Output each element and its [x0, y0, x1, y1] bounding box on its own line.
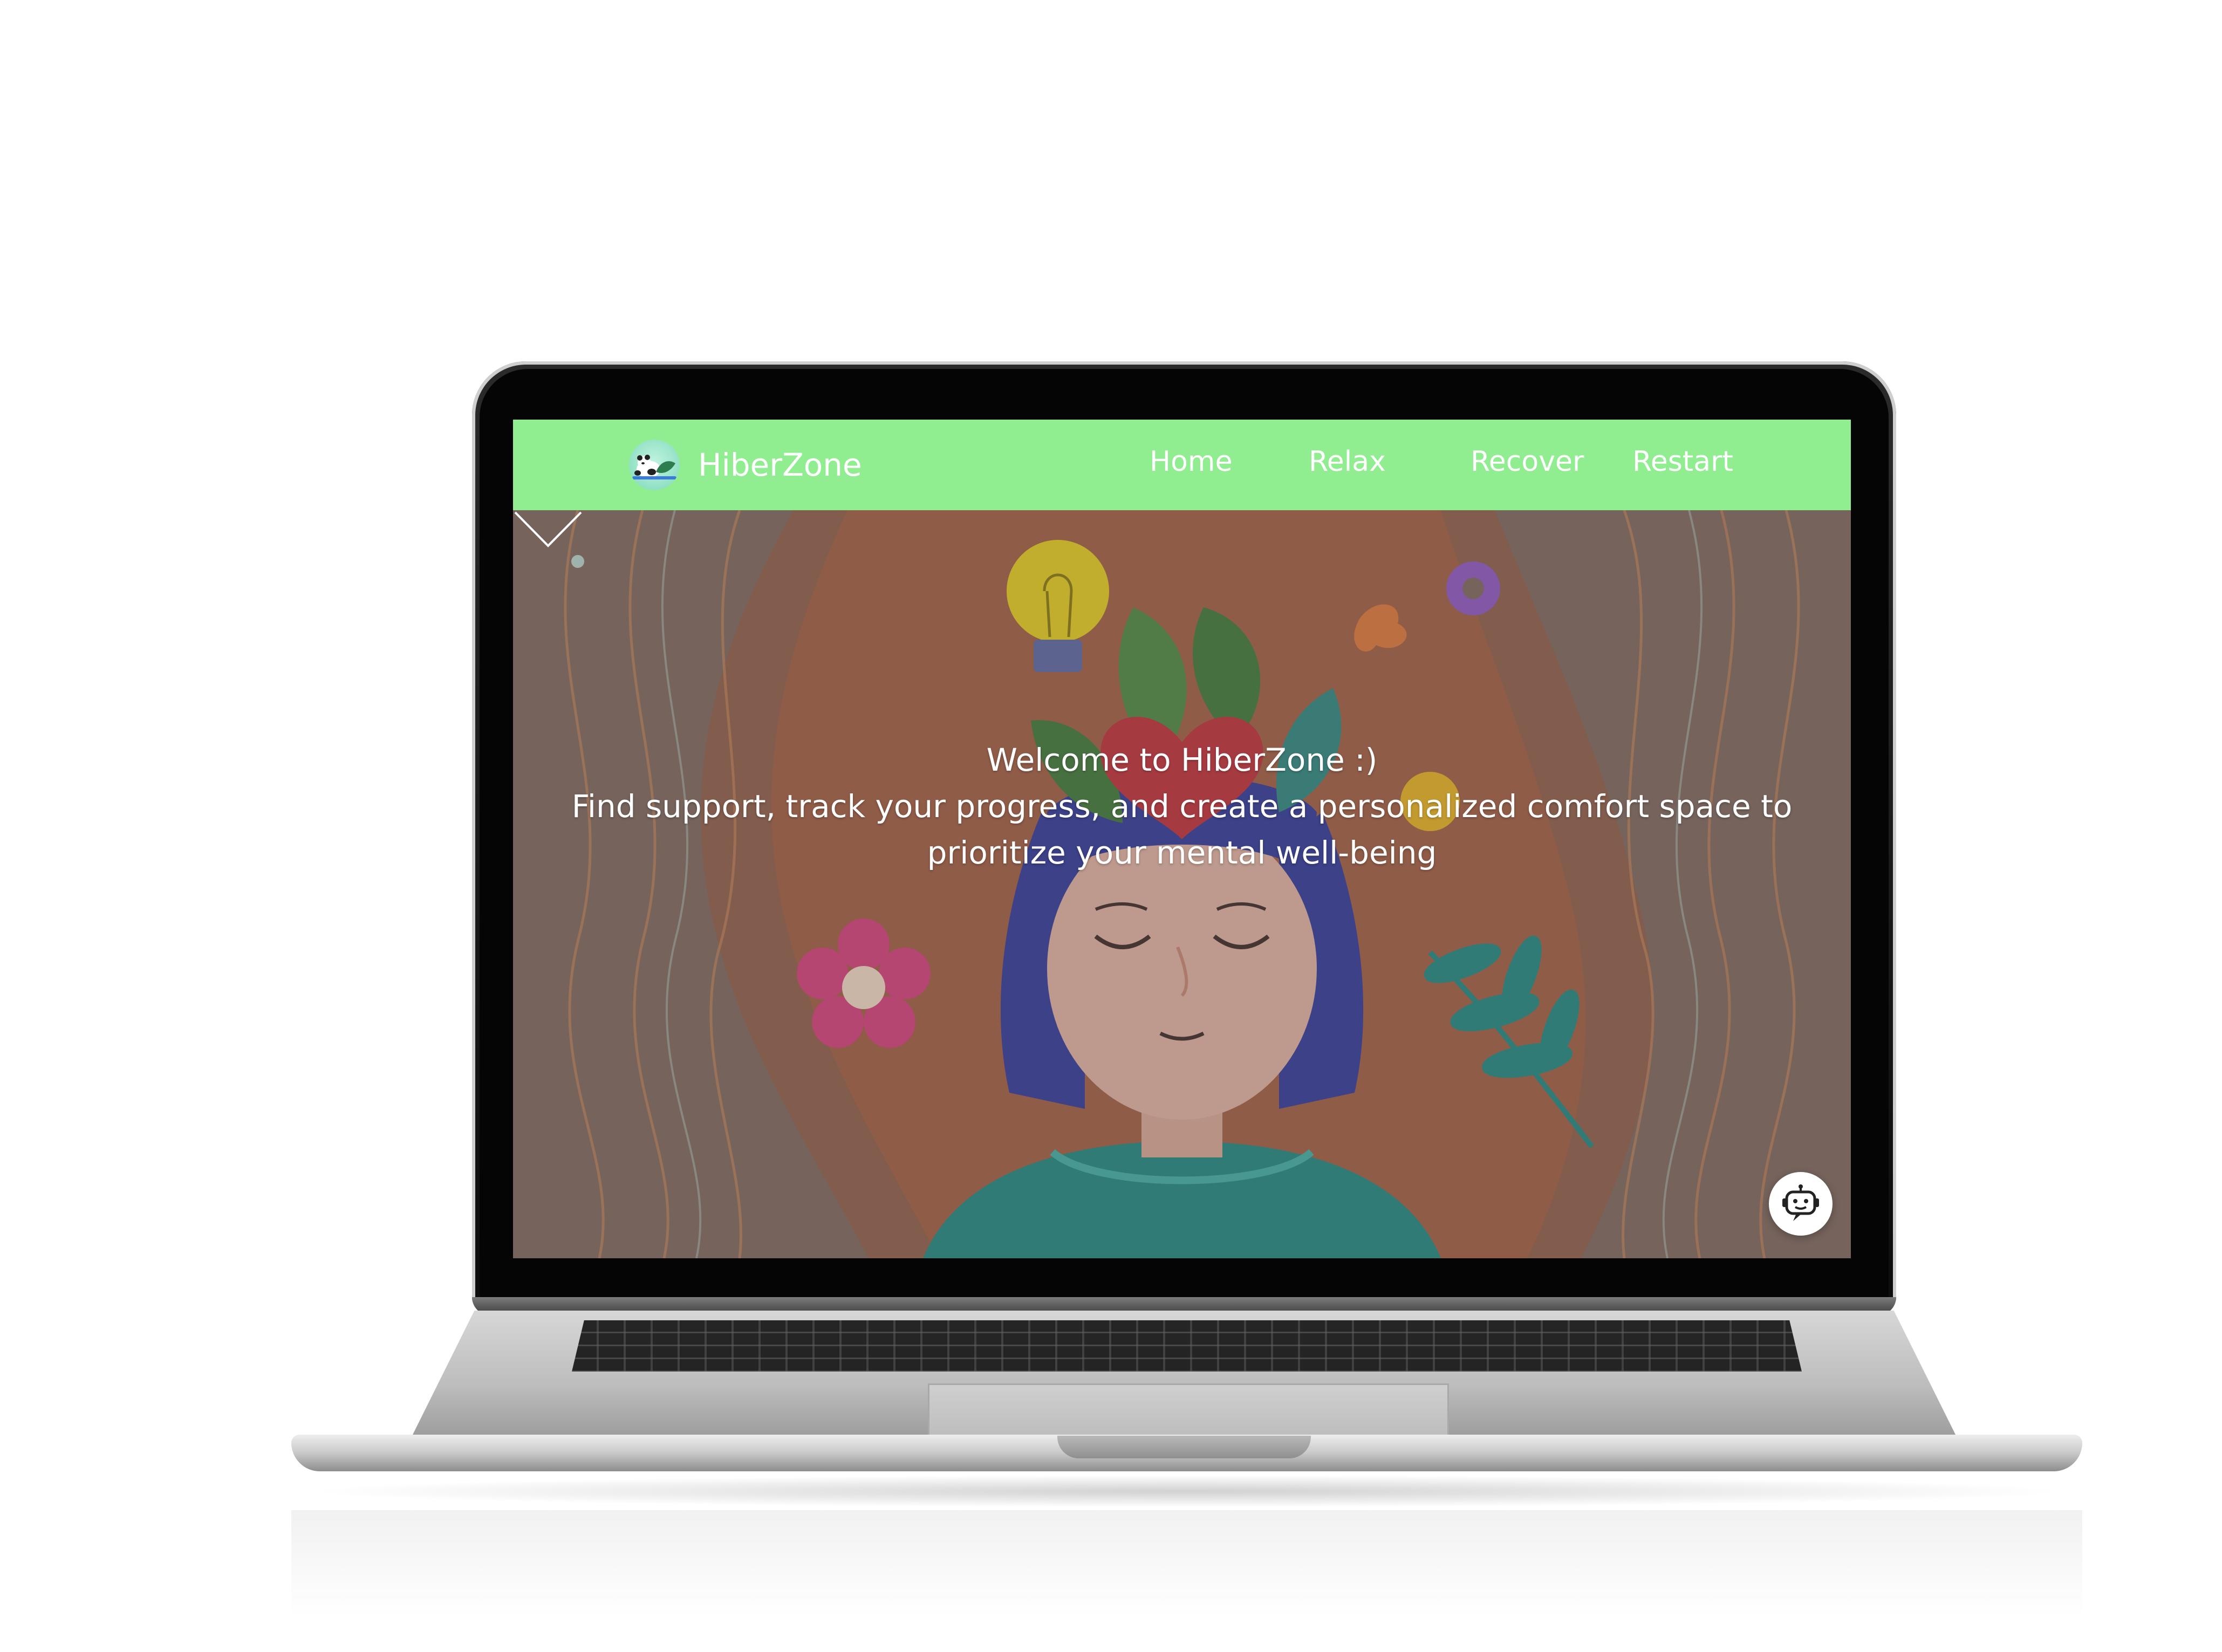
- hero-dim-overlay: [513, 510, 1851, 1258]
- nav-recover[interactable]: Recover: [1471, 445, 1584, 478]
- laptop-shadow: [302, 1475, 2071, 1507]
- laptop-reflection: [291, 1510, 2082, 1618]
- hero-subtitle-line-1: Find support, track your progress, and c…: [571, 788, 1793, 825]
- laptop-trackpad: [928, 1383, 1449, 1436]
- brand[interactable]: HiberZone: [629, 440, 862, 490]
- chatbot-button[interactable]: [1769, 1172, 1833, 1236]
- hero-welcome-text: Welcome to HiberZone :) Find support, tr…: [513, 737, 1851, 876]
- hero-section: Welcome to HiberZone :) Find support, tr…: [513, 510, 1851, 1258]
- laptop-keyboard: [572, 1320, 1802, 1372]
- nav-home[interactable]: Home: [1150, 445, 1233, 478]
- chatbot-robot-icon: [1782, 1184, 1819, 1221]
- top-navbar: HiberZone Home Relax Recover Restart: [513, 420, 1851, 510]
- nav-restart[interactable]: Restart: [1632, 445, 1733, 478]
- hero-title: Welcome to HiberZone :): [986, 742, 1378, 778]
- brand-name: HiberZone: [698, 447, 862, 483]
- laptop-base-notch: [1057, 1436, 1311, 1458]
- nav-relax[interactable]: Relax: [1309, 445, 1386, 478]
- laptop-screen: HiberZone Home Relax Recover Restart Wel…: [513, 420, 1851, 1258]
- sleeping-panda-logo-icon: [629, 440, 680, 490]
- chevron-down-icon[interactable]: [513, 510, 583, 548]
- hero-subtitle-line-2: prioritize your mental well-being: [927, 834, 1437, 871]
